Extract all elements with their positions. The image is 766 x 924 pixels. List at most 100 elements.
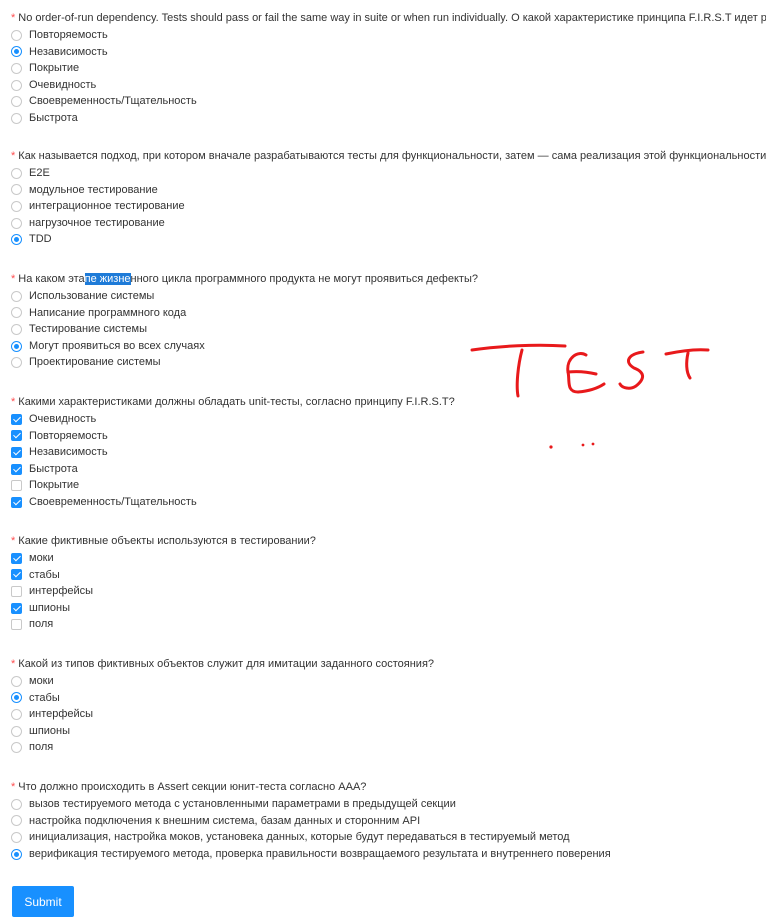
question-text-start: На каком эта xyxy=(18,273,85,285)
radio-button[interactable] xyxy=(11,798,22,810)
checkbox[interactable] xyxy=(11,552,22,564)
option-label: Быстрота xyxy=(29,462,78,475)
radio-option[interactable]: настройка подключения к внешним система,… xyxy=(11,813,611,830)
question-text: Как называется подход, при котором внача… xyxy=(18,150,766,162)
radio-button[interactable] xyxy=(11,340,22,352)
checkbox-option[interactable]: Быстрота xyxy=(11,461,455,478)
radio-button[interactable] xyxy=(11,96,22,108)
radio-button[interactable] xyxy=(11,200,22,212)
radio-button[interactable] xyxy=(11,831,22,843)
radio-button[interactable] xyxy=(11,307,22,319)
radio-option[interactable]: Независимость xyxy=(11,44,766,61)
radio-option[interactable]: Своевременность/Тщательность xyxy=(11,93,766,110)
option-list: Повторяемость Независимость Покрытие Очевид… xyxy=(11,27,766,127)
option-label: Своевременность/Тщательность xyxy=(29,95,197,108)
question-title: * Что должно происходить в Assert секции … xyxy=(11,779,611,796)
radio-button[interactable] xyxy=(11,234,22,246)
checkbox-option[interactable]: Очевидность xyxy=(11,411,455,428)
required-mark: * xyxy=(11,396,16,408)
checkbox[interactable] xyxy=(11,619,22,631)
option-label: верификация тестируемого метода, проверк… xyxy=(29,847,611,860)
radio-button[interactable] xyxy=(11,675,22,687)
checkbox[interactable] xyxy=(11,446,22,458)
radio-option[interactable]: инициализация, настройка моков, установе… xyxy=(11,829,611,846)
submit-button[interactable]: Submit xyxy=(12,886,74,917)
option-label: Могут проявиться во всех случаях xyxy=(29,339,205,352)
radio-button[interactable] xyxy=(11,692,22,704)
radio-option[interactable]: Проектирование системы xyxy=(11,354,478,371)
checkbox[interactable] xyxy=(11,585,22,597)
question-title: * Какие фиктивные объекты используются в … xyxy=(11,533,316,550)
checkbox[interactable] xyxy=(11,569,22,581)
checkbox-option[interactable]: Своевременность/Тщательность xyxy=(11,494,455,511)
radio-option[interactable]: интерфейсы xyxy=(11,706,434,723)
radio-button[interactable] xyxy=(11,290,22,302)
question-title: * На каком этапе жизненного цикла програм… xyxy=(11,271,478,288)
option-label: Повторяемость xyxy=(29,429,108,442)
checkbox-option[interactable]: поля xyxy=(11,616,316,633)
radio-option[interactable]: нагрузочное тестирование xyxy=(11,215,766,232)
radio-option[interactable]: TDD xyxy=(11,231,766,248)
option-label: Покрытие xyxy=(29,62,80,75)
radio-button[interactable] xyxy=(11,112,22,124)
radio-button[interactable] xyxy=(11,46,22,58)
checkbox-option[interactable]: Независимость xyxy=(11,444,455,461)
radio-option[interactable]: E2E xyxy=(11,165,766,182)
required-mark: * xyxy=(11,781,16,793)
radio-button[interactable] xyxy=(11,62,22,74)
option-label: Быстрота xyxy=(29,111,78,124)
checkbox-option[interactable]: Покрытие xyxy=(11,477,455,494)
required-mark: * xyxy=(11,535,16,547)
radio-option[interactable]: верификация тестируемого метода, проверк… xyxy=(11,846,611,863)
checkbox-option[interactable]: шпионы xyxy=(11,600,316,617)
radio-option[interactable]: модульное тестирование xyxy=(11,182,766,199)
radio-option[interactable]: моки xyxy=(11,673,434,690)
option-label: интерфейсы xyxy=(29,708,94,721)
radio-option[interactable]: интеграционное тестирование xyxy=(11,198,766,215)
radio-option[interactable]: Покрытие xyxy=(11,60,766,77)
selected-text-highlight[interactable]: пе жизне xyxy=(84,273,131,285)
radio-option[interactable]: Тестирование системы xyxy=(11,321,478,338)
option-label: TDD xyxy=(29,233,52,246)
option-label: интеграционное тестирование xyxy=(29,200,185,213)
checkbox-option[interactable]: моки xyxy=(11,550,316,567)
option-label: поля xyxy=(29,618,54,631)
option-label: инициализация, настройка моков, установе… xyxy=(29,831,570,844)
option-label: Написание программного кода xyxy=(29,306,187,319)
radio-button[interactable] xyxy=(11,815,22,827)
radio-button[interactable] xyxy=(11,725,22,737)
radio-option[interactable]: Могут проявиться во всех случаях xyxy=(11,338,478,355)
checkbox-option[interactable]: интерфейсы xyxy=(11,583,316,600)
radio-option[interactable]: Написание программного кода xyxy=(11,305,478,322)
radio-button[interactable] xyxy=(11,357,22,369)
checkbox[interactable] xyxy=(11,602,22,614)
radio-option[interactable]: Очевидность xyxy=(11,77,766,94)
required-mark: * xyxy=(11,658,16,670)
question-3: * На каком этапе жизненного цикла програм… xyxy=(11,271,478,371)
radio-option[interactable]: стабы xyxy=(11,690,434,707)
option-list: вызов тестируемого метода с установленны… xyxy=(11,796,611,862)
radio-button[interactable] xyxy=(11,323,22,335)
checkbox[interactable] xyxy=(11,463,22,475)
radio-option[interactable]: поля xyxy=(11,739,434,756)
checkbox[interactable] xyxy=(11,413,22,425)
checkbox-option[interactable]: стабы xyxy=(11,567,316,584)
radio-button[interactable] xyxy=(11,742,22,754)
option-label: настройка подключения к внешним система,… xyxy=(29,814,421,827)
checkbox[interactable] xyxy=(11,480,22,492)
radio-button[interactable] xyxy=(11,167,22,179)
checkbox[interactable] xyxy=(11,496,22,508)
checkbox-option[interactable]: Повторяемость xyxy=(11,428,455,445)
radio-option[interactable]: шпионы xyxy=(11,723,434,740)
radio-button[interactable] xyxy=(11,29,22,41)
radio-button[interactable] xyxy=(11,217,22,229)
radio-button[interactable] xyxy=(11,848,22,860)
radio-button[interactable] xyxy=(11,708,22,720)
radio-button[interactable] xyxy=(11,79,22,91)
radio-option[interactable]: Быстрота xyxy=(11,110,766,127)
radio-option[interactable]: Повторяемость xyxy=(11,27,766,44)
radio-option[interactable]: вызов тестируемого метода с установленны… xyxy=(11,796,611,813)
radio-button[interactable] xyxy=(11,184,22,196)
radio-option[interactable]: Использование системы xyxy=(11,288,478,305)
checkbox[interactable] xyxy=(11,430,22,442)
